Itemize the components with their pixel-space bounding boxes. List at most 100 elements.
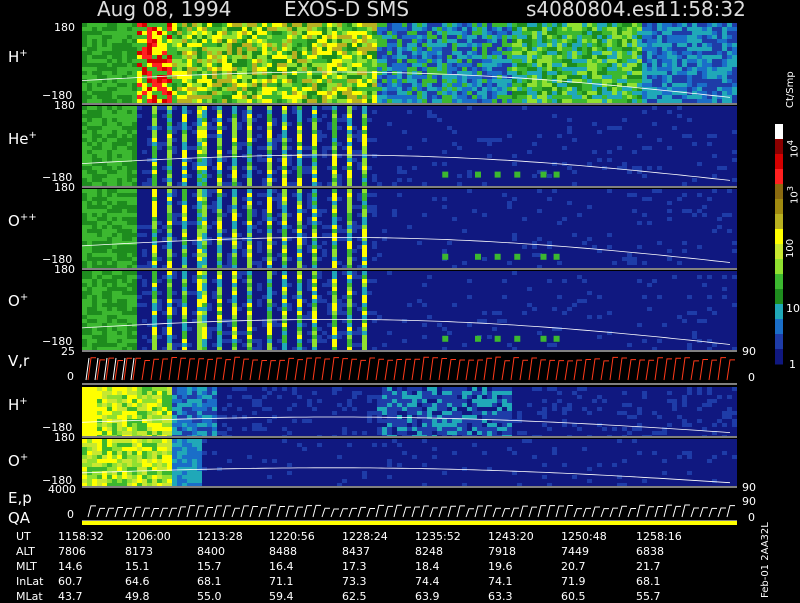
heatmap-cell — [452, 51, 457, 55]
heatmap-cell — [392, 95, 397, 99]
heatmap-cell — [222, 63, 227, 67]
heatmap-cell — [442, 83, 447, 87]
heatmap-cell — [272, 146, 277, 150]
heatmap-cell — [652, 122, 657, 126]
heatmap-cell — [562, 51, 567, 55]
heatmap-cell — [432, 114, 437, 118]
heatmap-cell — [152, 178, 157, 182]
heatmap-cell — [267, 170, 272, 174]
heatmap-cell — [297, 99, 302, 103]
heatmap-cell — [547, 91, 552, 95]
heatmap-cell — [277, 67, 282, 71]
heatmap-cell — [87, 47, 92, 51]
heatmap-cell — [362, 91, 367, 95]
heatmap-cell — [682, 182, 687, 186]
heatmap-cell — [132, 237, 137, 241]
heatmap-cell — [292, 347, 297, 350]
heatmap-cell — [182, 217, 187, 221]
heatmap-cell — [462, 99, 467, 103]
heatmap-cell — [92, 213, 97, 217]
heatmap-cell — [502, 67, 507, 71]
heatmap-cell — [537, 43, 542, 47]
heatmap-cell — [427, 23, 432, 27]
heatmap-cell — [362, 295, 367, 299]
heatmap-cell — [367, 55, 372, 59]
heatmap-cell — [217, 47, 222, 51]
heatmap-cell — [132, 63, 137, 67]
heatmap-cell — [322, 31, 327, 35]
heatmap-cell — [282, 213, 287, 217]
heatmap-cell — [597, 335, 602, 339]
heatmap-cell — [127, 27, 132, 31]
heatmap-cell — [217, 174, 222, 178]
heatmap-cell — [192, 291, 197, 295]
heatmap-cell — [202, 118, 207, 122]
heatmap-cell — [642, 213, 647, 217]
heatmap-cell — [287, 283, 292, 287]
heatmap-cell — [212, 55, 217, 59]
heatmap-cell — [127, 213, 132, 217]
heatmap-cell — [177, 79, 182, 83]
heatmap-cell — [132, 271, 137, 275]
heatmap-cell — [237, 55, 242, 59]
heatmap-cell — [97, 67, 102, 71]
heatmap-cell — [112, 261, 117, 265]
heatmap-cell — [682, 55, 687, 59]
heatmap-cell — [107, 31, 112, 35]
heatmap-cell — [347, 217, 352, 221]
heatmap-cell — [142, 99, 147, 103]
heatmap-cell — [537, 83, 542, 87]
heatmap-cell — [142, 253, 147, 257]
heatmap-cell — [232, 299, 237, 303]
heatmap-cell — [182, 245, 187, 249]
heatmap-cell — [82, 339, 87, 343]
heatmap-cell — [227, 47, 232, 51]
heatmap-cell — [102, 158, 107, 162]
heatmap-cell — [207, 59, 212, 63]
heatmap-cell — [202, 327, 207, 331]
heatmap-cell — [192, 27, 197, 31]
heatmap-cell — [217, 229, 222, 233]
heatmap-cell — [142, 150, 147, 154]
heatmap-cell — [282, 158, 287, 162]
heatmap-cell — [312, 67, 317, 71]
heatmap-cell — [492, 91, 497, 95]
heatmap-cell — [292, 182, 297, 186]
heatmap-cell — [162, 311, 167, 315]
heatmap-cell — [247, 319, 252, 323]
heatmap-cell — [197, 343, 202, 347]
heatmap-cell — [702, 55, 707, 59]
heatmap-cell — [332, 35, 337, 39]
heatmap-cell — [617, 47, 622, 51]
heatmap-cell — [267, 275, 272, 279]
heatmap-cell — [187, 31, 192, 35]
heatmap-cell — [112, 197, 117, 201]
heatmap-cell — [507, 99, 512, 103]
heatmap-cell — [197, 271, 202, 275]
heatmap-cell — [112, 51, 117, 55]
heatmap-cell — [122, 261, 127, 265]
heatmap-cell — [102, 229, 107, 233]
heatmap-cell — [612, 59, 617, 63]
heatmap-cell — [722, 59, 727, 63]
heatmap-cell — [502, 55, 507, 59]
heatmap-cell — [292, 67, 297, 71]
heatmap-cell — [337, 27, 342, 31]
heatmap-cell — [657, 39, 662, 43]
heatmap-cell — [417, 51, 422, 55]
heatmap-cell — [642, 23, 647, 27]
heatmap-cell — [622, 35, 627, 39]
heatmap-cell — [417, 79, 422, 83]
heatmap-cell — [197, 221, 202, 225]
heatmap-cell — [92, 51, 97, 55]
heatmap-cell — [82, 225, 87, 229]
heatmap-cell — [402, 75, 407, 79]
heatmap-cell — [232, 189, 237, 193]
heatmap-cell — [552, 27, 557, 31]
heatmap-cell — [257, 287, 262, 291]
heatmap-cell — [212, 31, 217, 35]
heatmap-cell — [332, 271, 337, 275]
heatmap-cell — [157, 35, 162, 39]
heatmap-cell — [702, 213, 707, 217]
heatmap-cell — [732, 87, 737, 91]
